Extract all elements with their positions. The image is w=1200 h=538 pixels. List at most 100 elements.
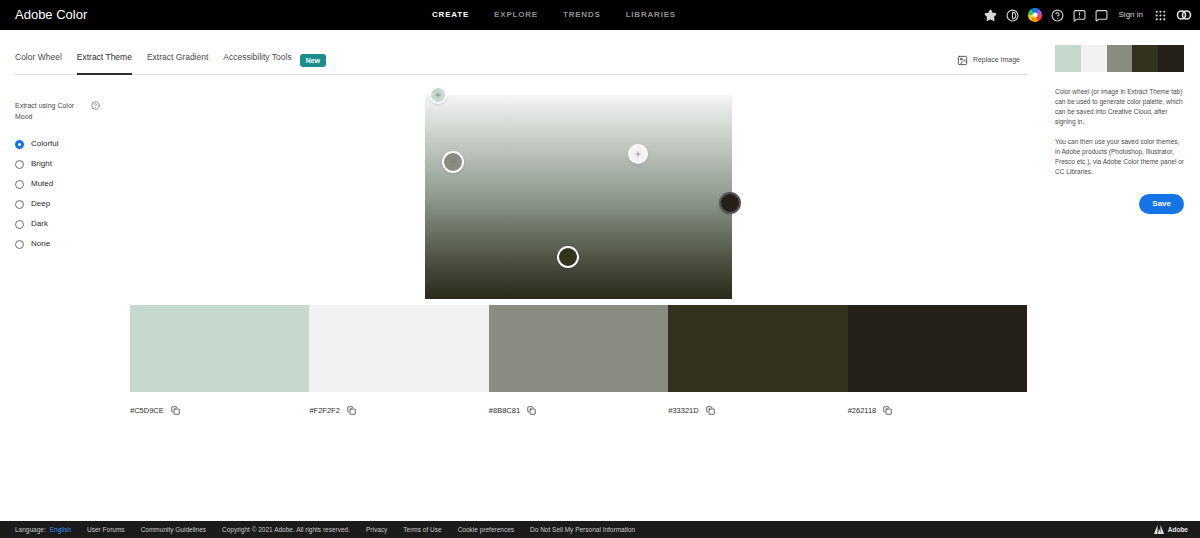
extract-canvas: #C5D9CE#F2F2F2#8B8C81#33321D#262118: [130, 75, 1027, 416]
chat-icon[interactable]: [1095, 9, 1108, 22]
mood-radio[interactable]: Dark: [15, 214, 130, 234]
language-selector[interactable]: Language:English: [15, 525, 71, 535]
color-swatch[interactable]: [848, 305, 1027, 392]
footer-link[interactable]: Copyright © 2021 Adobe. All rights reser…: [222, 525, 350, 535]
new-badge: New: [300, 54, 326, 67]
radio-mark[interactable]: [15, 220, 24, 229]
copy-icon[interactable]: [883, 406, 892, 415]
radio-mark[interactable]: [15, 140, 24, 149]
nav-item[interactable]: EXPLORE: [494, 9, 538, 21]
color-wheel-icon[interactable]: [1028, 8, 1042, 22]
tab[interactable]: Color Wheel: [15, 51, 62, 74]
radio-mark[interactable]: [15, 180, 24, 189]
hex-row: #C5D9CE#F2F2F2#8B8C81#33321D#262118: [130, 405, 1027, 416]
save-row: Save: [1055, 194, 1184, 214]
save-button[interactable]: Save: [1139, 194, 1184, 214]
hex-label: #262118: [848, 405, 1027, 416]
mood-radio[interactable]: Deep: [15, 194, 130, 214]
feedback-icon[interactable]: [1073, 9, 1086, 22]
color-swatch[interactable]: [668, 305, 847, 392]
tab-wrap: Extract Gradient: [147, 51, 208, 74]
preview-swatch: [1055, 45, 1081, 72]
help-icon[interactable]: [1051, 9, 1064, 22]
help-paragraph: Color wheel (or image in Extract Theme t…: [1055, 87, 1184, 127]
hex-label: #C5D9CE: [130, 405, 309, 416]
nav-item[interactable]: CREATE: [432, 9, 469, 21]
hex-label: #33321D: [668, 405, 847, 416]
footer: Language:English User Forums Community Gui…: [0, 521, 1200, 538]
apps-grid-icon[interactable]: [1154, 9, 1167, 22]
hex-label: #F2F2F2: [309, 405, 488, 416]
mood-header: Extract using Color Mood: [15, 100, 130, 122]
nav-item[interactable]: LIBRARIES: [626, 9, 676, 21]
color-picker-marker[interactable]: [719, 192, 741, 214]
tab-bar: Color Wheel Extract Theme Extract Gradient…: [15, 30, 1027, 75]
copy-icon[interactable]: [171, 406, 180, 415]
app-title[interactable]: Adobe Color: [15, 5, 432, 25]
info-icon[interactable]: [91, 101, 100, 110]
mood-panel: Extract using Color Mood ColorfulBrightMu…: [15, 75, 130, 416]
nav-item[interactable]: TRENDS: [563, 9, 601, 21]
footer-link[interactable]: User Forums: [87, 525, 125, 535]
main-nav: CREATE EXPLORE TRENDS LIBRARIES: [432, 9, 676, 21]
side-panel: Color wheel (or image in Extract Theme t…: [1040, 30, 1200, 521]
plus-icon: [634, 150, 642, 158]
replace-image-button[interactable]: Replace Image: [957, 55, 1020, 74]
preview-swatch: [1107, 45, 1133, 72]
mood-radio[interactable]: Colorful: [15, 134, 130, 154]
preview-swatch: [1081, 45, 1107, 72]
footer-link[interactable]: Do Not Sell My Personal Information: [530, 525, 635, 535]
tab[interactable]: Extract Gradient: [147, 51, 208, 74]
plus-icon: [434, 91, 442, 99]
workspace-body: Extract using Color Mood ColorfulBrightMu…: [15, 75, 1040, 416]
copy-icon[interactable]: [706, 406, 715, 415]
tab[interactable]: Extract Theme: [77, 51, 132, 75]
adobe-logo-icon: [1154, 525, 1164, 534]
footer-link[interactable]: Community Guidelines: [141, 525, 206, 535]
mood-radio[interactable]: Bright: [15, 154, 130, 174]
swatch-row: [130, 305, 1027, 392]
top-bar: Adobe ColorCREATE EXPLORE TRENDS LIBRARIES S…: [0, 0, 1200, 30]
color-swatch[interactable]: [309, 305, 488, 392]
tab-wrap: Accessibility Tools New: [223, 51, 326, 74]
color-picker-marker[interactable]: [628, 144, 648, 164]
workspace: Color Wheel Extract Theme Extract Gradient…: [0, 30, 1040, 521]
hex-label: #8B8C81: [489, 405, 668, 416]
main-area: Color Wheel Extract Theme Extract Gradient…: [0, 30, 1200, 521]
radio-mark[interactable]: [15, 240, 24, 249]
header-actions: Sign in: [676, 8, 1192, 22]
footer-link[interactable]: Privacy: [366, 525, 387, 535]
creative-cloud-icon[interactable]: [1176, 9, 1192, 21]
contrast-icon[interactable]: [1006, 9, 1019, 22]
mood-radio[interactable]: None: [15, 234, 130, 254]
source-photo[interactable]: [425, 95, 732, 299]
footer-brand: Adobe: [1154, 525, 1188, 535]
tab-wrap: Color Wheel: [15, 51, 62, 74]
color-picker-marker[interactable]: [442, 151, 464, 173]
star-icon[interactable]: [984, 9, 997, 22]
color-picker-marker[interactable]: [557, 246, 579, 268]
copy-icon[interactable]: [347, 406, 356, 415]
sign-in-link[interactable]: Sign in: [1117, 9, 1145, 21]
plus-icon: [449, 158, 457, 166]
theme-preview: [1055, 45, 1184, 72]
tab[interactable]: Accessibility Tools: [223, 51, 291, 74]
color-swatch[interactable]: [130, 305, 309, 392]
mood-radio[interactable]: Muted: [15, 174, 130, 194]
help-paragraph: You can then use your saved color themes…: [1055, 137, 1184, 177]
radio-mark[interactable]: [15, 200, 24, 209]
image-icon: [957, 55, 968, 66]
copy-icon[interactable]: [527, 406, 536, 415]
app: Adobe ColorCREATE EXPLORE TRENDS LIBRARIES S…: [0, 0, 1200, 538]
footer-links: Language:English User Forums Community Gui…: [15, 525, 635, 535]
footer-link[interactable]: Cookie preferences: [458, 525, 514, 535]
preview-swatch: [1158, 45, 1184, 72]
color-swatch[interactable]: [489, 305, 668, 392]
preview-swatch: [1132, 45, 1158, 72]
tab-wrap: Extract Theme: [77, 51, 132, 74]
footer-link[interactable]: Terms of Use: [403, 525, 441, 535]
side-help: Color wheel (or image in Extract Theme t…: [1055, 87, 1184, 177]
mood-options: ColorfulBrightMutedDeepDarkNone: [15, 134, 130, 254]
color-picker-marker[interactable]: [429, 86, 447, 104]
radio-mark[interactable]: [15, 160, 24, 169]
